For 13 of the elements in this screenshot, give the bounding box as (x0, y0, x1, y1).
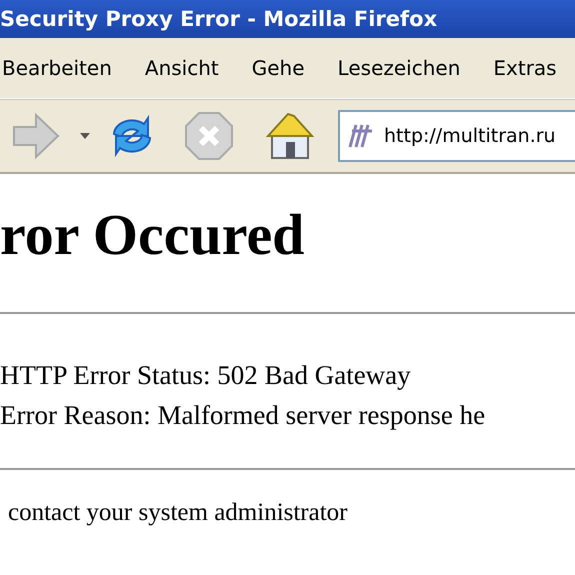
error-detail: HTTP Error Status: 502 Bad Gateway (0, 359, 412, 392)
menu-item[interactable]: Extras (493, 56, 557, 80)
home-icon[interactable] (264, 110, 316, 162)
menu-item[interactable]: Bearbeiten (2, 56, 112, 80)
window-title: Security Proxy Error - Mozilla Firefox (0, 7, 438, 31)
address-field[interactable]: http://multitran.ru (338, 110, 575, 162)
menu-item[interactable]: Gehe (252, 56, 305, 80)
menu-item[interactable]: Lesezeichen (338, 56, 460, 80)
contact-text: contact your system administrator (8, 498, 349, 528)
caret-icon[interactable] (80, 133, 90, 139)
menu-item[interactable]: Ansicht (144, 56, 219, 80)
error-detail: Error Reason: Malformed server response he (0, 399, 486, 432)
error-heading: ror Occured (0, 201, 306, 269)
